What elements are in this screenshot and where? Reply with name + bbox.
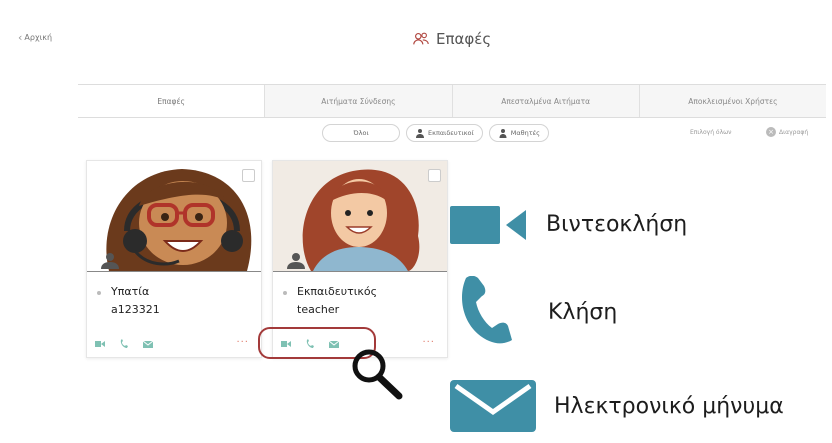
magnifier-icon — [352, 349, 403, 400]
teacher-icon — [416, 129, 424, 138]
email-icon[interactable] — [143, 339, 153, 349]
envelope-icon — [450, 380, 536, 432]
student-icon — [499, 129, 507, 138]
tab-connection-requests[interactable]: Αιτήματα Σύνδεσης — [264, 85, 451, 117]
tab-sent-requests[interactable]: Απεσταλμένα Αιτήματα — [451, 85, 639, 117]
page-title: Επαφές — [412, 30, 491, 48]
video-call-icon[interactable] — [95, 339, 105, 349]
select-checkbox[interactable] — [242, 169, 255, 182]
tab-contacts[interactable]: Επαφές — [78, 85, 265, 117]
delete-icon: × — [766, 127, 776, 137]
page-title-text: Επαφές — [436, 30, 492, 48]
user-icon — [287, 253, 305, 269]
status-dot — [97, 291, 101, 295]
video-camera-icon — [450, 206, 526, 244]
contact-actions — [95, 339, 153, 349]
filter-all-button[interactable]: Όλοι — [322, 124, 400, 142]
filter-group: Όλοι Εκπαιδευτικοί Μαθητές — [322, 124, 549, 142]
card-divider — [87, 271, 261, 272]
contacts-icon — [413, 32, 429, 45]
filter-students-label: Μαθητές — [510, 129, 540, 137]
user-icon — [101, 253, 119, 269]
card-divider — [273, 271, 447, 272]
contact-username: a123321 — [111, 303, 160, 316]
chevron-left-icon: ‹ — [18, 31, 23, 44]
contact-username: teacher — [297, 303, 340, 316]
more-options-button[interactable]: ··· — [422, 337, 435, 348]
contact-card[interactable]: Υπατία a123321 ··· — [86, 160, 262, 358]
tab-bar: Επαφές Αιτήματα Σύνδεσης Απεσταλμένα Αιτ… — [78, 84, 826, 118]
legend-email-label: Ηλεκτρονικό μήνυμα — [554, 393, 784, 419]
contact-display-name: Εκπαιδευτικός — [297, 285, 378, 298]
legend-video-call: Βιντεοκλήση — [450, 200, 687, 248]
contact-display-name: Υπατία — [111, 285, 150, 298]
contact-name: Υπατία a123321 — [111, 283, 160, 319]
legend-call: Κλήση — [450, 276, 617, 348]
back-label: Αρχική — [24, 33, 53, 42]
phone-icon[interactable] — [119, 339, 129, 349]
delete-button[interactable]: × Διαγραφή — [766, 127, 808, 137]
legend-email: Ηλεκτρονικό μήνυμα — [450, 378, 784, 434]
more-options-button[interactable]: ··· — [236, 337, 249, 348]
filter-students-button[interactable]: Μαθητές — [488, 124, 549, 142]
select-all-link[interactable]: Επιλογή όλων — [690, 129, 732, 136]
legend-video-call-label: Βιντεοκλήση — [546, 211, 688, 237]
status-dot — [283, 291, 287, 295]
contact-name: Εκπαιδευτικός teacher — [297, 283, 377, 319]
select-checkbox[interactable] — [428, 169, 441, 182]
delete-label: Διαγραφή — [779, 128, 809, 136]
filter-teachers-button[interactable]: Εκπαιδευτικοί — [406, 124, 483, 142]
filter-teachers-label: Εκπαιδευτικοί — [428, 129, 474, 137]
back-link[interactable]: ‹ Αρχική — [18, 31, 52, 44]
phone-icon — [462, 276, 512, 344]
tab-blocked-users[interactable]: Αποκλεισμένοι Χρήστες — [638, 85, 826, 117]
legend-call-label: Κλήση — [548, 299, 618, 325]
